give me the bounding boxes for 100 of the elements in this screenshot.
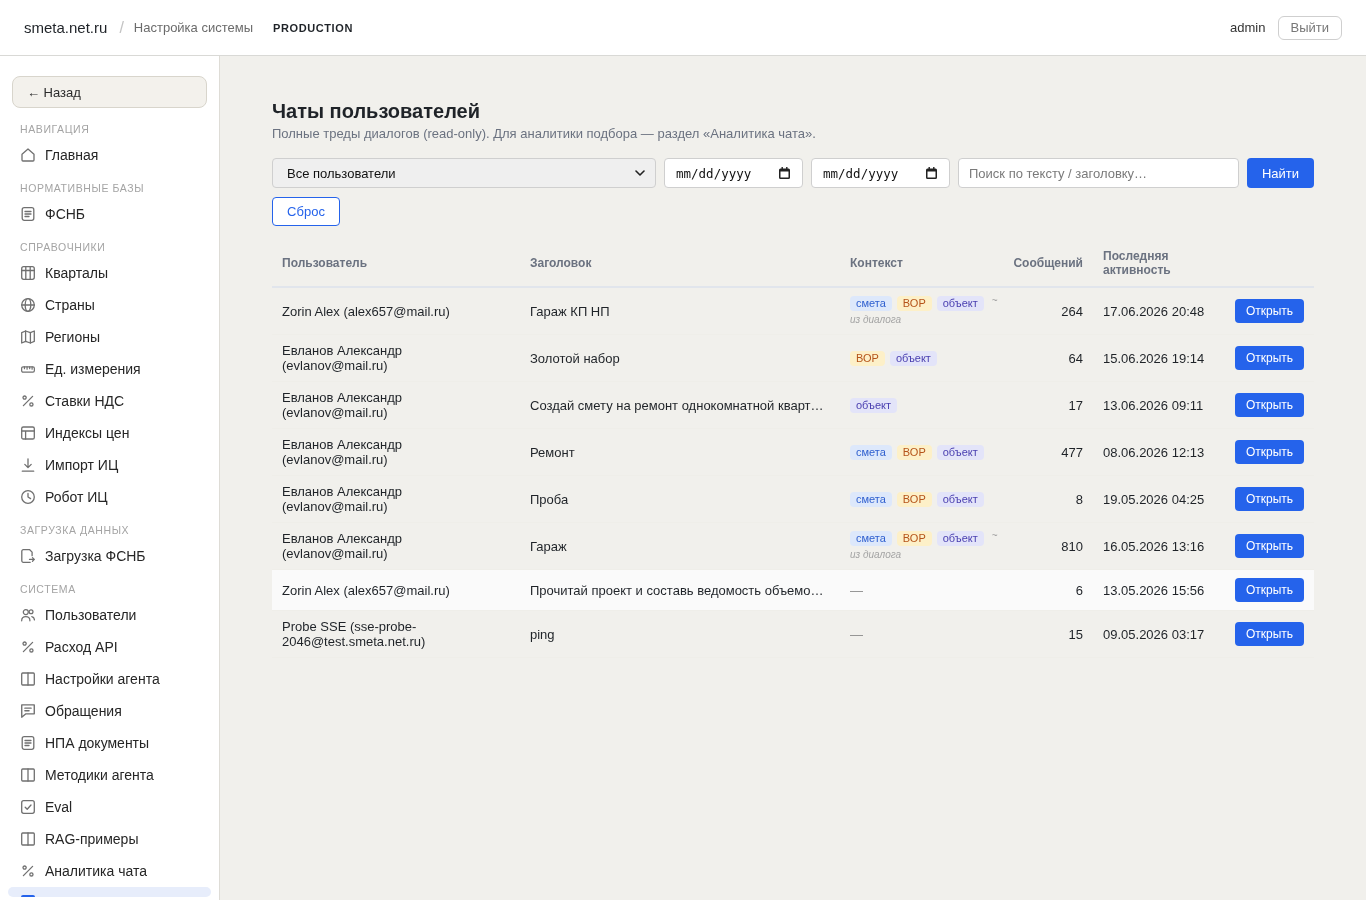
- nav-item[interactable]: Индексы цен: [8, 417, 211, 449]
- column-header: Заголовок: [520, 240, 840, 287]
- user-name: admin: [1230, 20, 1266, 35]
- nav-item[interactable]: Страны: [8, 289, 211, 321]
- back-button[interactable]: ← Назад: [12, 76, 207, 108]
- count-cell: 477: [1000, 428, 1093, 476]
- table-icon: [21, 426, 35, 440]
- count-cell: 17: [1000, 381, 1093, 429]
- nav-item[interactable]: ФСНБ: [8, 198, 211, 230]
- user-cell: Евланов Александр (evlanov@mail.ru): [272, 334, 520, 382]
- nav-item[interactable]: Главная: [8, 139, 211, 171]
- chevron-down-icon: [635, 170, 645, 176]
- date-cell: 08.06.2026 12:13: [1093, 428, 1225, 476]
- brand-name[interactable]: smeta.net.ru: [24, 19, 108, 36]
- date-cell: 13.05.2026 15:56: [1093, 569, 1225, 611]
- percent-icon: [22, 395, 34, 407]
- reset-button[interactable]: Сброс: [272, 197, 340, 226]
- nav-item[interactable]: Ед. измерения: [8, 353, 211, 385]
- users-icon: [21, 608, 35, 622]
- document-icon: [21, 736, 35, 750]
- section-heading: СПРАВОЧНИКИ: [19, 240, 107, 255]
- nav-item[interactable]: RAG-примеры: [8, 823, 211, 855]
- nav-item[interactable]: Расход API: [8, 631, 211, 663]
- user-cell: Евланов Александр (evlanov@mail.ru): [272, 381, 520, 429]
- open-button[interactable]: Открыть: [1235, 487, 1304, 511]
- context-tag: объект: [936, 531, 984, 546]
- open-button[interactable]: Открыть: [1235, 578, 1304, 602]
- checkbox-icon: [21, 800, 35, 814]
- percent-icon: [22, 865, 34, 877]
- nav-item[interactable]: Ставки НДС: [8, 385, 211, 417]
- map-icon: [21, 330, 35, 344]
- user-cell: Евланов Александр (evlanov@mail.ru): [272, 428, 520, 476]
- context-tag: объект: [936, 296, 984, 311]
- nav-item[interactable]: Импорт ИЦ: [8, 449, 211, 481]
- user-cell: Евланов Александр (evlanov@mail.ru): [272, 522, 520, 570]
- document-icon: [21, 207, 35, 221]
- date-cell: 13.06.2026 09:11: [1093, 381, 1225, 429]
- date-cell: 19.05.2026 04:25: [1093, 475, 1225, 523]
- find-button[interactable]: Найти: [1247, 158, 1314, 188]
- open-button[interactable]: Открыть: [1235, 393, 1304, 417]
- count-cell: 264: [1000, 287, 1093, 335]
- search-field[interactable]: Поиск по тексту / заголовку…: [958, 158, 1239, 188]
- source-note: из диалога: [850, 313, 902, 326]
- title-cell: Гараж КП НП: [520, 287, 840, 335]
- column-header: Контекст: [840, 240, 1000, 287]
- column-header: Сообщений: [1000, 240, 1093, 287]
- user-cell: Zorin Alex (alex657@mail.ru): [272, 287, 520, 335]
- title-cell: Ремонт: [520, 428, 840, 476]
- title-cell: Золотой набор: [520, 334, 840, 382]
- context-tag: ВОР: [850, 350, 885, 366]
- nav-item[interactable]: Аналитика чата: [8, 855, 211, 887]
- empty-dash: —: [850, 582, 863, 598]
- nav-item[interactable]: Кварталы: [8, 257, 211, 289]
- logout-button[interactable]: Выйти: [1277, 15, 1342, 40]
- nav-item[interactable]: Загрузка ФСНБ: [8, 540, 211, 572]
- user-cell: Probe SSE (sse-probe-2046@test.smeta.net.ru): [272, 610, 520, 658]
- open-button[interactable]: Открыть: [1235, 534, 1304, 558]
- calendar-icon[interactable]: [779, 167, 790, 179]
- book-icon: [21, 768, 35, 782]
- date-cell: 16.05.2026 13:16: [1093, 522, 1225, 570]
- date-cell: 09.05.2026 03:17: [1093, 610, 1225, 658]
- title-cell: Проба: [520, 475, 840, 523]
- context-tag: смета: [850, 531, 892, 546]
- breadcrumb-separator: /: [119, 18, 124, 37]
- nav-item[interactable]: Обращения: [8, 695, 211, 727]
- count-cell: 810: [1000, 522, 1093, 570]
- nav-item[interactable]: Робот ИЦ: [8, 481, 211, 513]
- count-cell: 8: [1000, 475, 1093, 523]
- date-cell: 15.06.2026 19:14: [1093, 334, 1225, 382]
- context-tag: смета: [850, 491, 892, 507]
- nav-item[interactable]: НПА документы: [8, 727, 211, 759]
- nav-item[interactable]: Настройки агента: [8, 663, 211, 695]
- empty-dash: —: [850, 626, 863, 642]
- open-button[interactable]: Открыть: [1235, 346, 1304, 370]
- context-tag: объект: [850, 397, 898, 413]
- percent-icon: [22, 641, 34, 653]
- message-icon: [21, 704, 35, 718]
- open-button[interactable]: Открыть: [1235, 440, 1304, 464]
- calendar-icon[interactable]: [926, 167, 937, 179]
- clock-icon: [21, 490, 35, 504]
- nav-item[interactable]: Методики агента: [8, 759, 211, 791]
- date-cell: 17.06.2026 20:48: [1093, 287, 1225, 335]
- open-button[interactable]: Открыть: [1235, 299, 1304, 323]
- context-tag: смета: [850, 296, 892, 311]
- user-select[interactable]: Все пользователи: [272, 158, 656, 188]
- context-tag: ВОР: [896, 296, 932, 311]
- title-cell: Создай смету на ремонт однокомнатной кварт…: [520, 381, 840, 429]
- nav-item[interactable]: Регионы: [8, 321, 211, 353]
- title-cell: Гараж: [520, 522, 840, 570]
- date-field[interactable]: mm/dd/yyyy: [664, 158, 803, 188]
- nav-item[interactable]: Пользователи: [8, 599, 211, 631]
- context-tag: ВОР: [896, 444, 932, 460]
- nav-item[interactable]: Eval: [8, 791, 211, 823]
- open-button[interactable]: Открыть: [1235, 622, 1304, 646]
- context-tag: ВОР: [896, 491, 932, 507]
- column-header: Последняя активность: [1093, 240, 1225, 287]
- source-note: из диалога: [850, 548, 902, 561]
- file-arrow-icon: [21, 549, 35, 563]
- section-heading: ЗАГРУЗКА ДАННЫХ: [19, 523, 131, 538]
- date-field[interactable]: mm/dd/yyyy: [811, 158, 950, 188]
